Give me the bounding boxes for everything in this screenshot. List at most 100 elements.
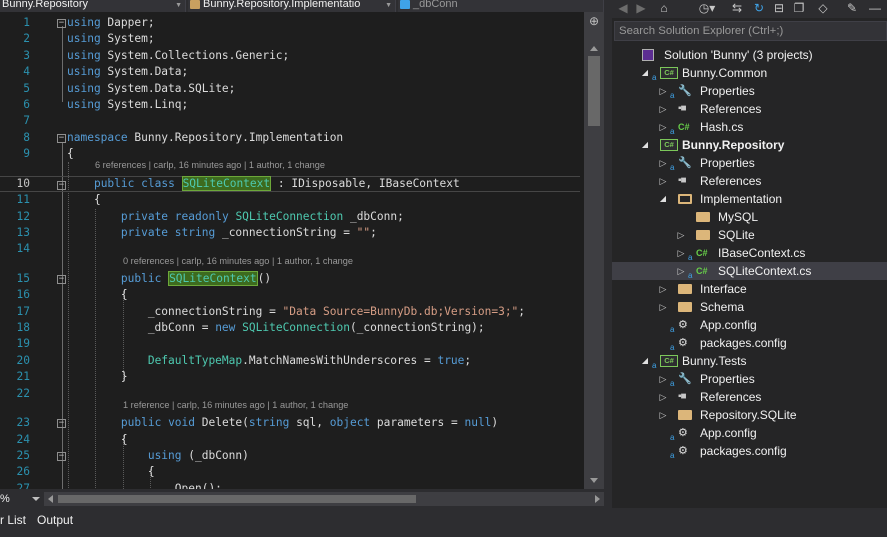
project-dropdown[interactable]: Bunny.Repository ▼ — [0, 0, 186, 12]
tree-item[interactable]: ▷ ▪■ References — [612, 100, 887, 118]
panel-splitter[interactable] — [604, 0, 612, 508]
collapse-icon[interactable]: − — [57, 451, 66, 461]
collapsed-arrow-icon[interactable]: ▷ — [658, 82, 668, 100]
zoom-dropdown[interactable]: % — [0, 492, 42, 506]
collapsed-arrow-icon[interactable]: ▷ — [676, 244, 686, 262]
scrollbar-thumb[interactable] — [588, 56, 600, 126]
code-line[interactable]: 19 — [0, 336, 580, 352]
scroll-right-icon[interactable] — [595, 495, 600, 503]
code-line[interactable]: 13 private string _connectionString = ""… — [0, 225, 580, 241]
collapse-icon[interactable]: − — [57, 19, 66, 28]
tree-item[interactable]: a ⚙ packages.config — [612, 442, 887, 460]
tree-item[interactable]: ◢ a C# Bunny.Common — [612, 64, 887, 82]
code-line[interactable]: 16 { — [0, 287, 580, 303]
tree-item[interactable]: ▷ Schema — [612, 298, 887, 316]
code-line[interactable]: 9{ — [0, 146, 580, 162]
member-dropdown[interactable]: _dbConn — [398, 0, 604, 12]
tab-output[interactable]: Output — [37, 513, 73, 527]
collapsed-arrow-icon[interactable]: ▷ — [676, 262, 686, 280]
tree-item[interactable]: ▷ a 🔧 Properties — [612, 82, 887, 100]
horizontal-scrollbar[interactable] — [44, 492, 604, 506]
code-line[interactable]: 5 using System.Data.SQLite; — [0, 81, 580, 97]
code-line[interactable]: 8 − namespace Bunny.Repository.Implementat… — [0, 130, 580, 146]
code-editor[interactable]: Bunny.Repository ▼ Bunny.Repository.Impl… — [0, 0, 604, 508]
collapsed-arrow-icon[interactable]: ▷ — [658, 370, 668, 388]
history-icon[interactable]: ◷▾ — [696, 0, 718, 16]
properties-icon[interactable]: ✎ — [844, 0, 860, 16]
code-line[interactable]: 6 using System.Linq; — [0, 97, 580, 113]
code-line[interactable]: 11 { — [0, 192, 580, 208]
expanded-arrow-icon[interactable]: ◢ — [658, 190, 668, 208]
expanded-arrow-icon[interactable]: ◢ — [640, 352, 650, 370]
collapse-icon[interactable]: − — [57, 133, 66, 143]
split-window-icon[interactable]: ⊕ — [588, 14, 600, 28]
code-line[interactable]: 18 _dbConn = new SQLiteConnection(_conne… — [0, 320, 580, 336]
scroll-up-icon[interactable] — [590, 46, 598, 51]
code-text-area[interactable]: 6 references | carlp, 16 minutes ago | 1… — [0, 12, 580, 489]
collapsed-arrow-icon[interactable]: ▷ — [658, 100, 668, 118]
vertical-scrollbar[interactable] — [584, 12, 604, 489]
sync-icon[interactable]: ⇆ — [730, 0, 744, 16]
code-line[interactable]: 24 { — [0, 432, 580, 448]
collapsed-arrow-icon[interactable]: ▷ — [658, 154, 668, 172]
view-code-icon[interactable]: ◇ — [816, 0, 830, 16]
code-line[interactable]: 27 Open(); — [0, 481, 580, 489]
tree-item[interactable]: a ⚙ App.config — [612, 424, 887, 442]
code-line[interactable]: 26 { — [0, 464, 580, 480]
tree-item[interactable]: a ⚙ packages.config — [612, 334, 887, 352]
scroll-left-icon[interactable] — [48, 495, 53, 503]
tree-item[interactable]: ◢ C# Bunny.Repository — [612, 136, 887, 154]
tree-item[interactable]: ▷ a 🔧 Properties — [612, 370, 887, 388]
tree-item[interactable]: ▷ a C# Hash.cs — [612, 118, 887, 136]
collapsed-arrow-icon[interactable]: ▷ — [658, 298, 668, 316]
code-line[interactable]: 2 using System; — [0, 31, 580, 47]
collapsed-arrow-icon[interactable]: ▷ — [658, 280, 668, 298]
tree-item[interactable]: ◢ a C# Bunny.Tests — [612, 352, 887, 370]
code-line[interactable]: 21 } — [0, 369, 580, 385]
collapsed-arrow-icon[interactable]: ▷ — [658, 172, 668, 190]
code-line[interactable]: 10 − public class SQLiteContext : IDispos… — [0, 175, 580, 193]
class-dropdown[interactable]: Bunny.Repository.Implementatio ▼ — [188, 0, 396, 12]
code-line[interactable]: 3 using System.Collections.Generic; — [0, 48, 580, 64]
collapsed-arrow-icon[interactable]: ▷ — [658, 118, 668, 136]
more-icon[interactable]: — — [868, 0, 882, 16]
solution-search-input[interactable]: Search Solution Explorer (Ctrl+;) — [614, 21, 887, 41]
code-line[interactable]: 23 − public void Delete(string sql, objec… — [0, 415, 580, 431]
tree-item[interactable]: ▷ ▪■ References — [612, 388, 887, 406]
code-line[interactable]: 14 — [0, 241, 580, 257]
code-line[interactable]: 12 private readonly SQLiteConnection _db… — [0, 209, 580, 225]
scroll-down-icon[interactable] — [590, 478, 598, 483]
collapsed-arrow-icon[interactable]: ▷ — [658, 406, 668, 424]
scrollbar-thumb[interactable] — [58, 495, 416, 503]
back-icon[interactable]: ◀ — [616, 0, 630, 16]
tree-item[interactable]: a ⚙ App.config — [612, 316, 887, 334]
tree-item[interactable]: ▷ a C# IBaseContext.cs — [612, 244, 887, 262]
refresh-icon[interactable]: ↻ — [752, 0, 766, 16]
show-all-files-icon[interactable]: ❐ — [792, 0, 806, 16]
collapse-icon[interactable]: − — [57, 274, 66, 284]
code-line[interactable]: 25 − using (_dbConn) — [0, 448, 580, 464]
forward-icon[interactable]: ▶ — [634, 0, 648, 16]
code-line[interactable]: 7 — [0, 113, 580, 129]
tree-item[interactable]: ▷ a C# SQLiteContext.cs — [612, 262, 887, 280]
collapsed-arrow-icon[interactable]: ▷ — [658, 388, 668, 406]
tree-item[interactable]: ▷ ▪■ References — [612, 172, 887, 190]
tree-item[interactable]: ◢ Implementation — [612, 190, 887, 208]
collapsed-arrow-icon[interactable]: ▷ — [676, 226, 686, 244]
expanded-arrow-icon[interactable]: ◢ — [640, 136, 650, 154]
code-line[interactable]: 15 − public SQLiteContext() — [0, 270, 580, 287]
collapse-all-icon[interactable]: ⊟ — [772, 0, 786, 16]
code-line[interactable]: 17 _connectionString = "Data Source=Bunn… — [0, 304, 580, 320]
tree-item[interactable]: ▷ SQLite — [612, 226, 887, 244]
collapse-icon[interactable]: − — [57, 180, 66, 190]
code-line[interactable]: 4 using System.Data; — [0, 64, 580, 80]
home-icon[interactable]: ⌂ — [656, 0, 672, 16]
collapse-icon[interactable]: − — [57, 419, 66, 429]
tab-error-list[interactable]: r List — [0, 513, 26, 527]
tree-item[interactable]: ▷ Repository.SQLite — [612, 406, 887, 424]
tree-item[interactable]: ▷ a 🔧 Properties — [612, 154, 887, 172]
expanded-arrow-icon[interactable]: ◢ — [640, 64, 650, 82]
code-line[interactable]: 20 DefaultTypeMap.MatchNamesWithUndersco… — [0, 353, 580, 369]
code-line[interactable]: 1 − using Dapper; — [0, 15, 580, 31]
tree-item[interactable]: Solution 'Bunny' (3 projects) — [612, 46, 887, 64]
